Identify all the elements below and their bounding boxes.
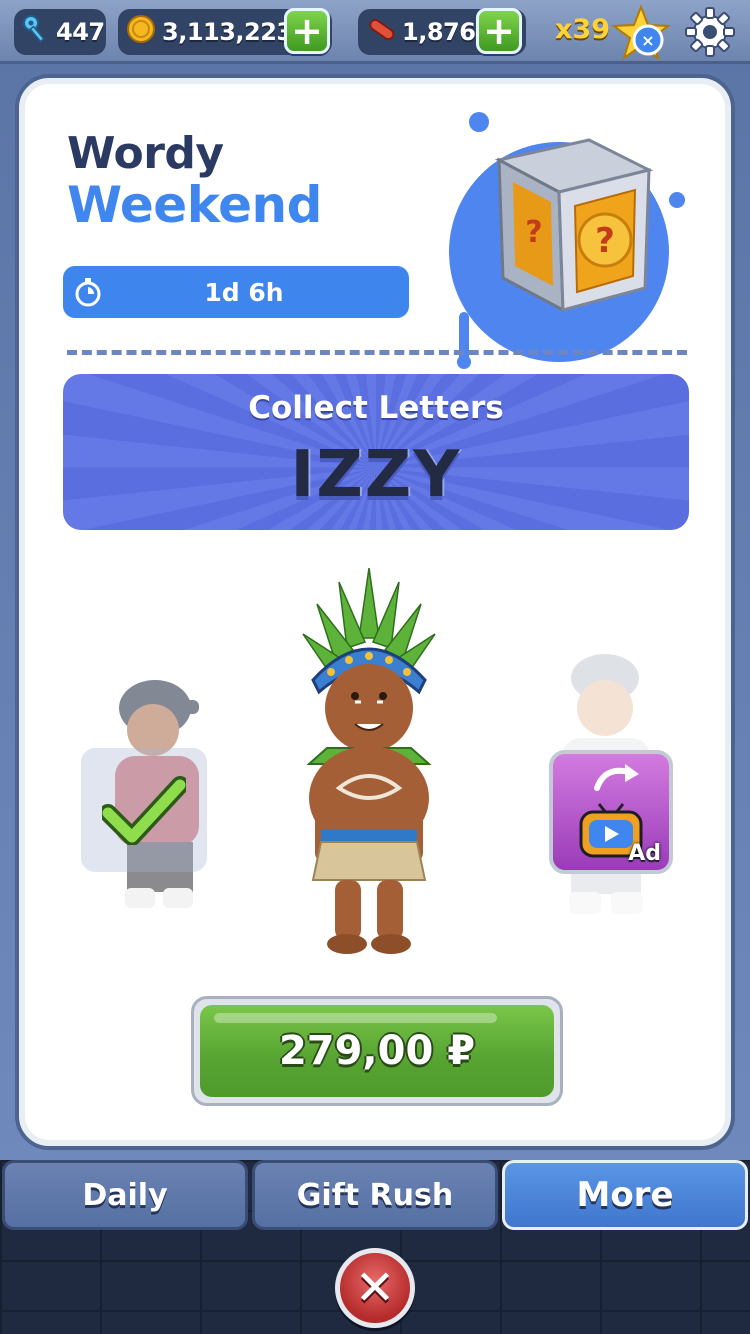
event-title-line1: Wordy [67, 128, 224, 179]
event-card: Wordy Weekend 1d 6h ? ? Collect Letters … [15, 74, 735, 1150]
buy-button[interactable]: 279,00 ₽ [191, 996, 563, 1106]
ad-label: Ad [628, 841, 661, 866]
banner-word: IZZY [290, 438, 462, 512]
coin-icon [126, 14, 156, 50]
arrow-icon [594, 764, 639, 791]
gear-icon[interactable] [684, 6, 736, 58]
svg-text:?: ? [595, 221, 615, 261]
checkmark-icon [102, 776, 186, 845]
banner-title: Collect Letters [248, 390, 504, 426]
close-icon: ✕ [354, 1260, 396, 1316]
keys-value: 447 [56, 18, 105, 46]
watch-ad-button[interactable]: Ad [549, 750, 673, 874]
mystery-box-icon: ? ? [449, 112, 685, 369]
event-timer: 1d 6h [63, 266, 409, 318]
collect-letters-banner: Collect Letters IZZY [63, 374, 689, 530]
stopwatch-icon [75, 278, 101, 307]
section-divider [67, 350, 687, 355]
buy-price: 279,00 ₽ [200, 1005, 554, 1097]
tab-gift-rush[interactable]: Gift Rush [252, 1160, 498, 1230]
star-icon[interactable]: × [610, 4, 672, 62]
svg-text:×: × [641, 31, 654, 50]
close-button[interactable]: ✕ [335, 1248, 415, 1328]
timer-value: 1d 6h [204, 277, 284, 307]
keys-counter: 447 [14, 9, 106, 55]
add-hoverboards-button[interactable]: + [476, 8, 522, 54]
plus-icon: + [483, 9, 515, 53]
coins-value: 3,113,223 [162, 18, 293, 46]
score-multiplier: x39 [555, 14, 610, 45]
hoverboard-icon [366, 14, 396, 50]
add-coins-button[interactable]: + [284, 8, 330, 54]
event-title-line2: Weekend [67, 176, 322, 234]
izzy-character-image [302, 568, 436, 954]
plus-icon: + [291, 9, 323, 53]
tab-more[interactable]: More [502, 1160, 748, 1230]
currency-bar: 447 3,113,223 + 1,876 + x39 × [0, 0, 750, 64]
svg-text:?: ? [525, 215, 542, 250]
owned-checkmark-box [81, 748, 207, 872]
tab-daily[interactable]: Daily [2, 1160, 248, 1230]
key-icon [22, 14, 50, 50]
hoverboards-value: 1,876 [402, 18, 476, 46]
